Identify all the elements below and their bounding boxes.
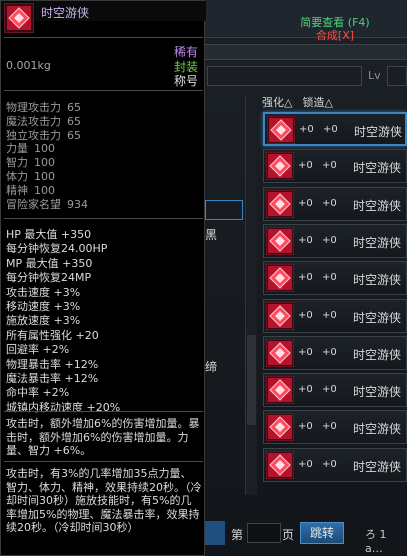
result-row[interactable]: +0 +0 时空游侠 bbox=[263, 447, 407, 482]
title-gem-icon bbox=[4, 3, 34, 33]
lock-value: +0 bbox=[322, 384, 337, 396]
divider bbox=[4, 461, 203, 462]
result-item-name: 时空游侠 bbox=[353, 459, 402, 474]
lock-value: +0 bbox=[322, 234, 337, 246]
result-column-header: 强化△ 锁造△ bbox=[262, 94, 343, 110]
result-row[interactable]: +0 +0 时空游侠 bbox=[263, 112, 407, 146]
sort-lock-header[interactable]: 锁造△ bbox=[302, 96, 332, 109]
base-stat-row: 冒险家名望 934 bbox=[6, 196, 88, 212]
jump-button[interactable]: 跳转 bbox=[300, 522, 344, 544]
result-row[interactable]: +0 +0 时空游侠 bbox=[263, 223, 407, 258]
divider bbox=[4, 411, 203, 412]
title-gem-icon bbox=[266, 376, 294, 405]
lock-value: +0 bbox=[322, 197, 337, 209]
effect-description-2: 攻击时，有3%的几率增加35点力量、智力、体力、精神，效果持续20秒。（冷却时间… bbox=[6, 467, 202, 534]
enhance-value: +0 bbox=[298, 272, 313, 284]
enhance-value: +0 bbox=[298, 234, 313, 246]
result-row[interactable]: +0 +0 时空游侠 bbox=[263, 410, 407, 445]
bonus-stat-row: 城镇内移动速度 +20% bbox=[6, 400, 121, 414]
enhance-value: +0 bbox=[298, 384, 313, 396]
item-name: 时空游侠 bbox=[41, 6, 90, 20]
enhance-value: +0 bbox=[298, 197, 313, 209]
result-item-name: 时空游侠 bbox=[353, 235, 402, 250]
list-scrollbar[interactable] bbox=[245, 95, 257, 495]
lock-value: +0 bbox=[322, 309, 337, 321]
result-row[interactable]: +0 +0 时空游侠 bbox=[263, 149, 407, 184]
item-type: 称号 bbox=[173, 74, 198, 88]
result-row[interactable]: +0 +0 时空游侠 bbox=[263, 373, 407, 408]
lock-value: +0 bbox=[322, 160, 337, 172]
page-prev-button[interactable] bbox=[205, 521, 225, 545]
title-gem-icon bbox=[266, 152, 294, 181]
combine-button[interactable]: 合成[X] bbox=[275, 27, 395, 43]
result-item-name: 时空游侠 bbox=[353, 422, 402, 437]
partial-label: 黑 bbox=[205, 228, 218, 242]
effect-description-1: 攻击时，额外增加6%的伤害增加量。暴击时，额外增加6%的伤害增加量。力量、智力 … bbox=[6, 417, 200, 457]
divider bbox=[4, 90, 203, 91]
title-gem-icon bbox=[266, 189, 294, 218]
result-item-name: 时空游侠 bbox=[353, 161, 402, 176]
result-item-name: 时空游侠 bbox=[353, 273, 402, 288]
page-number-input[interactable] bbox=[247, 523, 281, 543]
result-item-name: 时空游侠 bbox=[353, 385, 402, 400]
level-input[interactable] bbox=[387, 66, 407, 86]
enhance-value: +0 bbox=[298, 309, 313, 321]
partial-label: 缔 bbox=[205, 360, 218, 374]
title-gem-icon bbox=[266, 226, 294, 255]
lock-value: +0 bbox=[323, 124, 338, 135]
base-stat-value: 934 bbox=[67, 197, 88, 211]
page-info-text: ろ 1 a… bbox=[365, 528, 387, 555]
title-gem-icon bbox=[266, 264, 294, 293]
search-row: Lv bbox=[205, 66, 407, 86]
lock-value: +0 bbox=[322, 421, 337, 433]
title-gem-icon bbox=[266, 301, 294, 330]
level-label: Lv bbox=[368, 69, 381, 82]
lock-value: +0 bbox=[322, 346, 337, 358]
item-tooltip: 时空游侠 稀有 0.001kg 封装 称号 物理攻击力 65 魔法攻击力 65 独立攻击… bbox=[0, 0, 206, 556]
title-gem-icon bbox=[266, 413, 294, 442]
search-input[interactable] bbox=[207, 66, 362, 86]
divider bbox=[4, 37, 203, 38]
enhance-value: +0 bbox=[298, 346, 313, 358]
selected-list-cell[interactable] bbox=[205, 200, 243, 220]
lock-value: +0 bbox=[322, 272, 337, 284]
result-row[interactable]: +0 +0 时空游侠 bbox=[263, 335, 407, 370]
enhance-value: +0 bbox=[299, 124, 314, 135]
result-row[interactable]: +0 +0 时空游侠 bbox=[263, 186, 407, 221]
pagination-bar: 第 页 跳转 ろ 1 a… bbox=[205, 521, 407, 555]
title-gem-icon bbox=[266, 450, 294, 479]
title-gem-icon bbox=[266, 338, 294, 367]
sort-enhance-header[interactable]: 强化△ bbox=[262, 96, 292, 109]
filter-tab-bar[interactable] bbox=[205, 44, 407, 60]
enhance-value: +0 bbox=[298, 458, 313, 470]
page-suffix-label: 页 bbox=[282, 528, 295, 542]
item-weight: 0.001kg bbox=[6, 59, 51, 72]
result-item-name: 时空游侠 bbox=[354, 125, 403, 139]
result-item-name: 时空游侠 bbox=[353, 198, 402, 213]
enhance-value: +0 bbox=[298, 421, 313, 433]
base-stat-label: 冒险家名望 bbox=[6, 197, 61, 211]
enhance-value: +0 bbox=[298, 160, 313, 172]
result-item-name: 时空游侠 bbox=[353, 347, 402, 362]
scroll-thumb[interactable] bbox=[247, 335, 256, 425]
base-stat-value: 65 bbox=[67, 128, 81, 142]
page-prefix-label: 第 bbox=[231, 528, 244, 542]
divider bbox=[4, 218, 203, 219]
result-item-name: 时空游侠 bbox=[353, 310, 402, 325]
title-gem-icon bbox=[267, 116, 295, 144]
result-row[interactable]: +0 +0 时空游侠 bbox=[263, 261, 407, 296]
result-row[interactable]: +0 +0 时空游侠 bbox=[263, 298, 407, 333]
lock-value: +0 bbox=[322, 458, 337, 470]
